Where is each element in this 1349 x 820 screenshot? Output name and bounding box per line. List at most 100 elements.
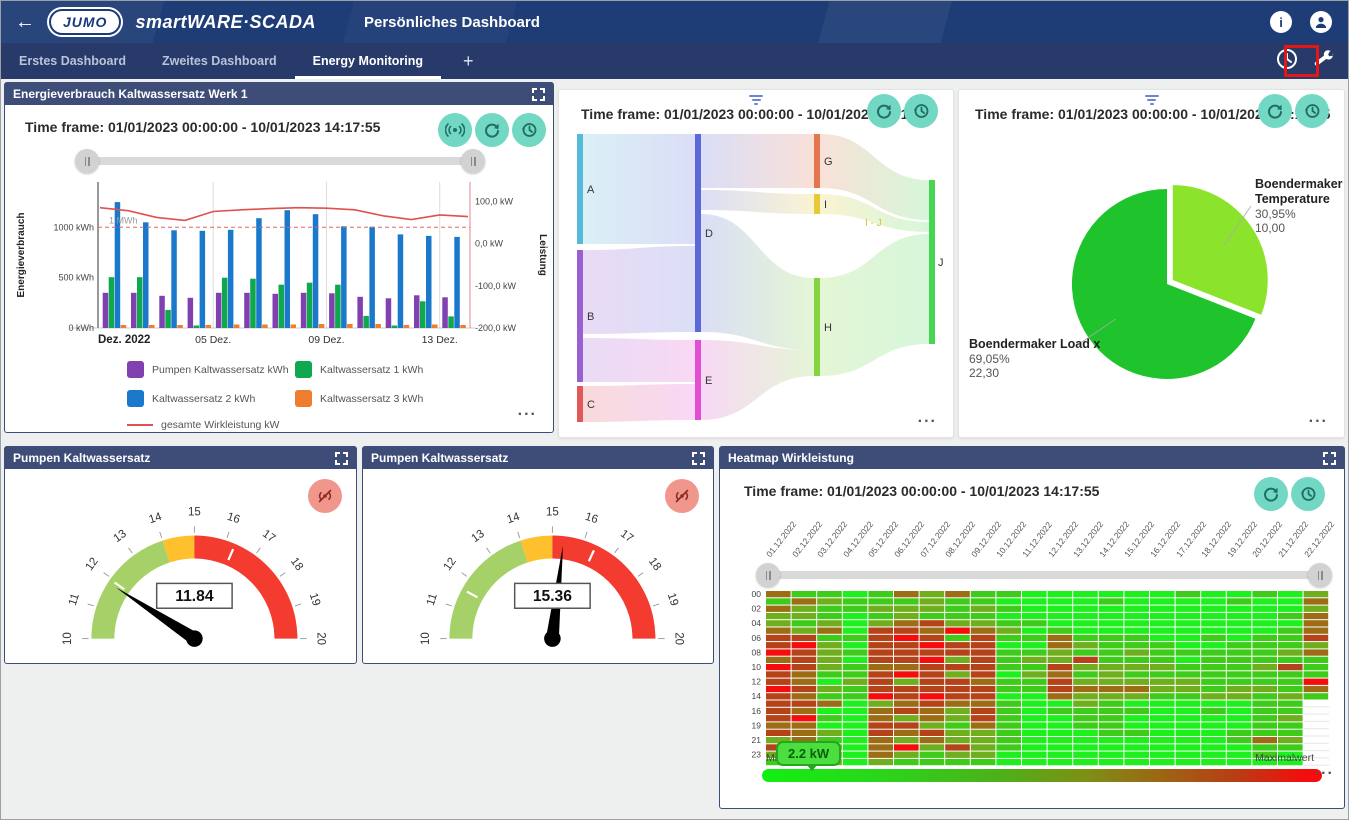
heatmap-cell[interactable] xyxy=(843,686,868,692)
heatmap-cell[interactable] xyxy=(945,679,970,685)
heatmap-cell[interactable] xyxy=(1252,679,1277,685)
heatmap-cell[interactable] xyxy=(1048,664,1073,670)
heatmap-cell[interactable] xyxy=(971,686,996,692)
heatmap-cell[interactable] xyxy=(1073,752,1098,758)
heatmap-cell[interactable] xyxy=(945,671,970,677)
heatmap-cell[interactable] xyxy=(945,664,970,670)
heatmap-cell[interactable] xyxy=(945,657,970,663)
heatmap-cell[interactable] xyxy=(971,671,996,677)
heatmap-cell[interactable] xyxy=(996,730,1021,736)
heatmap-cell[interactable] xyxy=(1201,715,1226,721)
slider-handle-left[interactable] xyxy=(756,563,780,587)
heatmap-cell[interactable] xyxy=(920,679,945,685)
heatmap-cell[interactable] xyxy=(1278,722,1303,728)
heatmap-cell[interactable] xyxy=(1073,686,1098,692)
heatmap-cell[interactable] xyxy=(766,708,791,714)
heatmap-cell[interactable] xyxy=(1176,744,1201,750)
heatmap-cell[interactable] xyxy=(1048,744,1073,750)
heatmap-cell[interactable] xyxy=(1022,752,1047,758)
heatmap-cell[interactable] xyxy=(1227,730,1252,736)
heatmap-cell[interactable] xyxy=(1099,598,1124,604)
heatmap-cell[interactable] xyxy=(868,715,893,721)
heatmap-cell[interactable] xyxy=(817,598,842,604)
heatmap-cell[interactable] xyxy=(843,671,868,677)
heatmap-cell[interactable] xyxy=(817,722,842,728)
heatmap-cell[interactable] xyxy=(1048,620,1073,626)
heatmap-cell[interactable] xyxy=(1304,693,1329,699)
heatmap-cell[interactable] xyxy=(1201,671,1226,677)
heatmap-cell[interactable] xyxy=(1022,642,1047,648)
heatmap-cell[interactable] xyxy=(1124,744,1149,750)
heatmap-cell[interactable] xyxy=(1278,744,1303,750)
heatmap-cell[interactable] xyxy=(945,744,970,750)
heatmap-cell[interactable] xyxy=(1099,642,1124,648)
heatmap-cell[interactable] xyxy=(1124,708,1149,714)
heatmap-cell[interactable] xyxy=(894,649,919,655)
heatmap-cell[interactable] xyxy=(1227,657,1252,663)
heatmap-cell[interactable] xyxy=(1304,649,1329,655)
slider-track[interactable] xyxy=(87,157,473,165)
heatmap-cell[interactable] xyxy=(945,613,970,619)
heatmap-cell[interactable] xyxy=(1176,591,1201,597)
tab-zweites-dashboard[interactable]: Zweites Dashboard xyxy=(144,43,295,79)
heatmap-cell[interactable] xyxy=(920,606,945,612)
heatmap-cell[interactable] xyxy=(920,693,945,699)
heatmap-cell[interactable] xyxy=(1150,679,1175,685)
heatmap-cell[interactable] xyxy=(945,591,970,597)
heatmap-cell[interactable] xyxy=(1278,671,1303,677)
heatmap-cell[interactable] xyxy=(817,606,842,612)
heatmap-cell[interactable] xyxy=(1124,649,1149,655)
heatmap-cell[interactable] xyxy=(1022,701,1047,707)
heatmap-cell[interactable] xyxy=(1278,693,1303,699)
heatmap-cell[interactable] xyxy=(1022,722,1047,728)
heatmap-cell[interactable] xyxy=(1176,657,1201,663)
heatmap-cell[interactable] xyxy=(868,708,893,714)
heatmap-cell[interactable] xyxy=(1252,708,1277,714)
fullscreen-icon[interactable] xyxy=(692,452,705,465)
heatmap-cell[interactable] xyxy=(1252,628,1277,634)
heatmap-cell[interactable] xyxy=(894,613,919,619)
heatmap-cell[interactable] xyxy=(971,635,996,641)
heatmap-cell[interactable] xyxy=(996,635,1021,641)
heatmap-cell[interactable] xyxy=(1124,657,1149,663)
heatmap-cell[interactable] xyxy=(1073,671,1098,677)
heatmap-cell[interactable] xyxy=(1201,613,1226,619)
heatmap-cell[interactable] xyxy=(1073,635,1098,641)
heatmap-cell[interactable] xyxy=(817,657,842,663)
heatmap-cell[interactable] xyxy=(1227,628,1252,634)
heatmap-cell[interactable] xyxy=(894,722,919,728)
heatmap-cell[interactable] xyxy=(1201,722,1226,728)
heatmap-cell[interactable] xyxy=(766,664,791,670)
heatmap-cell[interactable] xyxy=(792,628,817,634)
heatmap-cell[interactable] xyxy=(1176,649,1201,655)
heatmap-cell[interactable] xyxy=(945,759,970,765)
heatmap-cell[interactable] xyxy=(1227,708,1252,714)
heatmap-cell[interactable] xyxy=(817,701,842,707)
heatmap-cell[interactable] xyxy=(1176,722,1201,728)
heatmap-cell[interactable] xyxy=(1099,591,1124,597)
heatmap-cell[interactable] xyxy=(996,686,1021,692)
heatmap-cell[interactable] xyxy=(996,664,1021,670)
heatmap-cell[interactable] xyxy=(971,752,996,758)
heatmap-cell[interactable] xyxy=(1227,606,1252,612)
heatmap-cell[interactable] xyxy=(868,722,893,728)
heatmap-cell[interactable] xyxy=(1124,715,1149,721)
heatmap-cell[interactable] xyxy=(792,598,817,604)
heatmap-cell[interactable] xyxy=(1227,701,1252,707)
heatmap-cell[interactable] xyxy=(1304,679,1329,685)
heatmap-cell[interactable] xyxy=(1124,752,1149,758)
heatmap-cell[interactable] xyxy=(971,744,996,750)
heatmap-cell[interactable] xyxy=(920,752,945,758)
heatmap-cell[interactable] xyxy=(1099,649,1124,655)
heatmap-cell[interactable] xyxy=(1073,708,1098,714)
heatmap-cell[interactable] xyxy=(1099,722,1124,728)
heatmap-cell[interactable] xyxy=(817,730,842,736)
heatmap-cell[interactable] xyxy=(817,628,842,634)
heatmap-cell[interactable] xyxy=(1073,664,1098,670)
heatmap-cell[interactable] xyxy=(945,628,970,634)
heatmap-cell[interactable] xyxy=(971,737,996,743)
heatmap-cell[interactable] xyxy=(1278,649,1303,655)
heatmap-cell[interactable] xyxy=(1048,635,1073,641)
heatmap-cell[interactable] xyxy=(1048,759,1073,765)
heatmap-cell[interactable] xyxy=(1252,671,1277,677)
